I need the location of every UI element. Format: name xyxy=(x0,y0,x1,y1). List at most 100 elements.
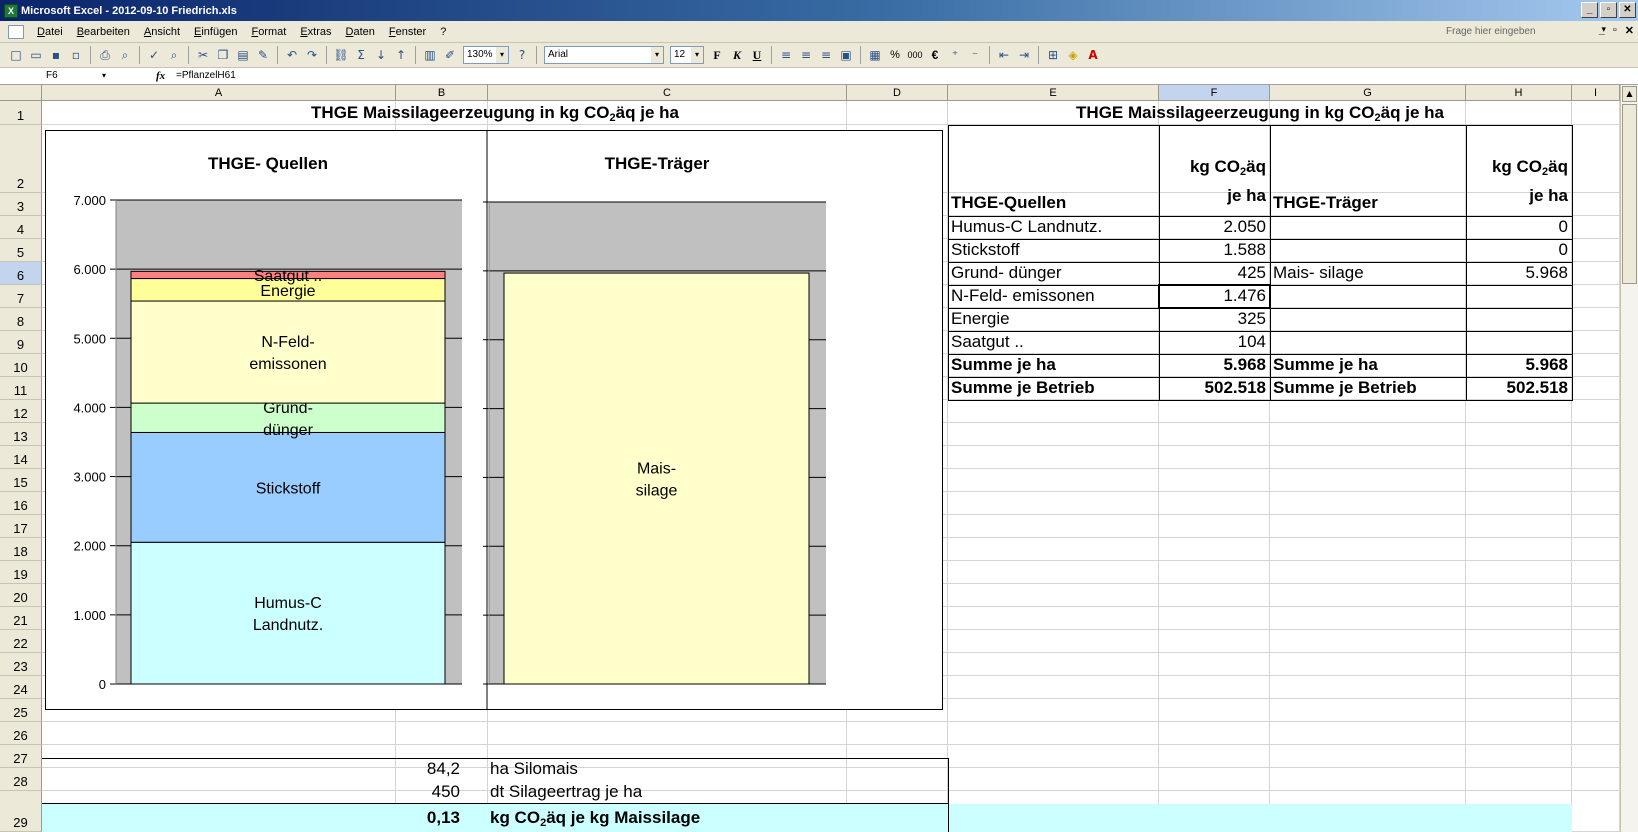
row-header-27[interactable]: 27 xyxy=(0,745,42,768)
zoom-select[interactable]: 130% ▾ xyxy=(463,46,509,64)
menu-datei[interactable]: Datei xyxy=(30,26,70,38)
help-search-input[interactable]: Frage hier eingeben xyxy=(1446,24,1596,40)
row-header-20[interactable]: 20 xyxy=(0,584,42,607)
row-header-3[interactable]: 3 xyxy=(0,193,42,216)
column-header-f[interactable]: F xyxy=(1159,85,1270,101)
align-left-icon[interactable]: ≡ xyxy=(777,46,795,64)
row-header-28[interactable]: 28 xyxy=(0,768,42,791)
undo-icon[interactable]: ↶ xyxy=(283,46,301,64)
source-name[interactable]: Energie xyxy=(951,308,1156,330)
font-size-select[interactable]: 12 ▾ xyxy=(670,46,704,64)
menu-format[interactable]: Format xyxy=(244,26,293,38)
sum-farm-value[interactable]: 502.518 xyxy=(1161,377,1266,399)
row-header-11[interactable]: 11 xyxy=(0,377,42,400)
column-header-b[interactable]: B xyxy=(396,85,488,101)
sum-ha-label[interactable]: Summe je ha xyxy=(951,354,1156,376)
percent-button[interactable]: % xyxy=(886,46,904,64)
row-header-1[interactable]: 1 xyxy=(0,101,42,125)
select-all-corner[interactable] xyxy=(0,85,42,101)
currency-icon[interactable]: ▦ xyxy=(866,46,884,64)
column-header-g[interactable]: G xyxy=(1270,85,1466,101)
header-sources[interactable]: THGE-Quellen xyxy=(951,192,1151,214)
yield-value[interactable]: 450 xyxy=(396,781,460,803)
column-header-d[interactable]: D xyxy=(847,85,948,101)
carrier-name[interactable] xyxy=(1273,239,1463,261)
print-preview-icon[interactable]: ⌕ xyxy=(116,46,134,64)
chart-wizard-icon[interactable]: ▥ xyxy=(421,46,439,64)
sum-ha-label-carriers[interactable]: Summe je ha xyxy=(1273,354,1463,376)
area-label[interactable]: ha Silomais xyxy=(490,758,890,780)
source-name[interactable]: Humus-C Landnutz. xyxy=(951,216,1156,238)
row-header-15[interactable]: 15 xyxy=(0,469,42,492)
carrier-name[interactable]: Mais- silage xyxy=(1273,262,1463,284)
save-icon[interactable]: ▪ xyxy=(47,46,65,64)
row-header-19[interactable]: 19 xyxy=(0,561,42,584)
sum-farm-label[interactable]: Summe je Betrieb xyxy=(951,377,1156,399)
align-center-icon[interactable]: ≡ xyxy=(797,46,815,64)
menu-bearbeiten[interactable]: Bearbeiten xyxy=(70,26,137,38)
redo-icon[interactable]: ↷ xyxy=(303,46,321,64)
source-value[interactable]: 1.588 xyxy=(1161,239,1266,261)
menu-fenster[interactable]: Fenster xyxy=(382,26,433,38)
row-header-12[interactable]: 12 xyxy=(0,400,42,423)
source-name[interactable]: Saatgut .. xyxy=(951,331,1156,353)
chart-area[interactable]: THGE- Quellen 0 1.000 2.000 3.000 4.000 5.000 6… xyxy=(45,130,943,710)
scroll-up-icon[interactable]: ▲ xyxy=(1622,86,1637,102)
intensity-label[interactable]: kg CO2äq je kg Maissilage xyxy=(490,807,910,829)
research-icon[interactable]: ⌕ xyxy=(165,46,183,64)
row-header-10[interactable]: 10 xyxy=(0,354,42,377)
paste-icon[interactable]: ▤ xyxy=(234,46,252,64)
row-header-2[interactable]: 2 xyxy=(0,125,42,193)
sum-farm-value-carriers[interactable]: 502.518 xyxy=(1468,377,1568,399)
row-header-13[interactable]: 13 xyxy=(0,423,42,446)
carrier-name[interactable] xyxy=(1273,285,1463,307)
function-icon[interactable]: fx xyxy=(156,68,165,84)
workbook-restore-button[interactable]: ▫ xyxy=(1613,24,1617,37)
restore-button[interactable]: ▫ xyxy=(1600,2,1617,18)
borders-icon[interactable]: ⊞ xyxy=(1044,46,1062,64)
scroll-thumb[interactable] xyxy=(1622,104,1637,284)
row-header-16[interactable]: 16 xyxy=(0,492,42,515)
area-value[interactable]: 84,2 xyxy=(396,758,460,780)
chevron-down-icon[interactable]: ▾ xyxy=(102,68,106,84)
source-name[interactable]: Stickstoff xyxy=(951,239,1156,261)
intensity-value[interactable]: 0,13 xyxy=(396,807,460,829)
menu-help[interactable]: ? xyxy=(433,26,453,38)
source-value[interactable]: 425 xyxy=(1161,262,1266,284)
carrier-name[interactable] xyxy=(1273,216,1463,238)
yield-label[interactable]: dt Silageertrag je ha xyxy=(490,781,890,803)
row-header-6[interactable]: 6 xyxy=(0,262,42,285)
carrier-name[interactable] xyxy=(1273,331,1463,353)
source-name[interactable]: N-Feld- emissonen xyxy=(951,285,1156,307)
row-header-29[interactable]: 29 xyxy=(0,791,42,832)
format-painter-icon[interactable]: ✎ xyxy=(254,46,272,64)
row-header-22[interactable]: 22 xyxy=(0,630,42,653)
row-header-5[interactable]: 5 xyxy=(0,239,42,262)
sum-ha-value[interactable]: 5.968 xyxy=(1161,354,1266,376)
spelling-icon[interactable]: ✓ xyxy=(145,46,163,64)
column-header-c[interactable]: C xyxy=(488,85,847,101)
spreadsheet-grid[interactable]: ABCDEFGHI 1 2 3 4 5 6 7 8 9 10 11 12 13 14 15 16 17 18 19 2… xyxy=(0,85,1638,832)
menu-daten[interactable]: Daten xyxy=(339,26,382,38)
increase-decimal-icon[interactable]: ⁺ xyxy=(946,46,964,64)
source-value[interactable]: 104 xyxy=(1161,331,1266,353)
workbook-close-button[interactable]: ✕ xyxy=(1625,24,1634,37)
column-header-a[interactable]: A xyxy=(42,85,396,101)
active-cell-f6[interactable] xyxy=(1158,284,1271,309)
drawing-icon[interactable]: ✐ xyxy=(441,46,459,64)
menu-einfuegen[interactable]: Einfügen xyxy=(187,26,244,38)
row-header-7[interactable]: 7 xyxy=(0,285,42,308)
carrier-value[interactable] xyxy=(1468,285,1568,307)
formula-input[interactable]: =PflanzelH61 xyxy=(176,68,236,84)
fill-color-icon[interactable]: ◈ xyxy=(1064,46,1082,64)
copy-icon[interactable]: ❐ xyxy=(214,46,232,64)
carrier-value[interactable]: 0 xyxy=(1468,216,1568,238)
row-header-9[interactable]: 9 xyxy=(0,331,42,354)
menu-extras[interactable]: Extras xyxy=(293,26,338,38)
increase-indent-icon[interactable]: ⇥ xyxy=(1015,46,1033,64)
hyperlink-icon[interactable]: ⛓ xyxy=(332,46,350,64)
open-icon[interactable]: ▭ xyxy=(27,46,45,64)
cut-icon[interactable]: ✂ xyxy=(194,46,212,64)
column-header-i[interactable]: I xyxy=(1572,85,1620,101)
bold-button[interactable]: F xyxy=(708,46,726,64)
